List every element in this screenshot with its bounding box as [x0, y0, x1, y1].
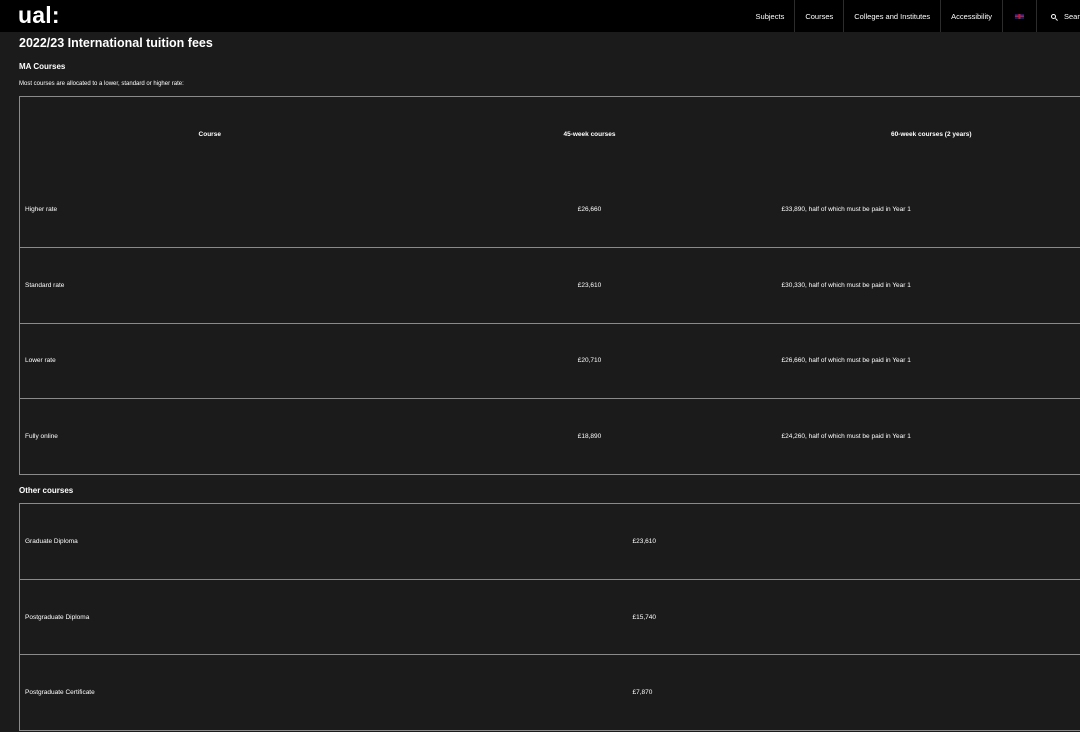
ma-courses-heading: MA Courses — [19, 62, 66, 71]
nav-courses[interactable]: Courses — [794, 0, 843, 32]
fee-45-week-cell: £26,660 — [577, 206, 602, 213]
course-name-cell: Fully online — [19, 398, 400, 474]
fee-cell: £7,870 — [632, 654, 1080, 731]
course-name-cell: Graduate Diploma — [25, 537, 78, 545]
uk-flag-icon — [1015, 13, 1024, 19]
table-row: Lower rate £20,710 £26,660, half of whic… — [19, 322, 1080, 399]
page-title: 2022/23 International tuition fees — [19, 36, 213, 50]
fee-60-week-cell: £24,260, half of which must be paid in Y… — [779, 398, 1080, 474]
course-name-cell: Postgraduate Certificate — [19, 654, 633, 731]
fee-45-week-cell: £20,710 — [399, 322, 780, 399]
table-header-row: Course 45-week courses 60-week courses (… — [20, 97, 1080, 173]
nav-subjects[interactable]: Subjects — [746, 0, 795, 32]
table-row: Postgraduate Diploma £15,740 — [19, 578, 1080, 655]
ual-logo[interactable]: ual: — [18, 0, 60, 30]
fee-60-week-cell: £33,890, half of which must be paid in Y… — [781, 206, 911, 213]
search-icon — [1051, 13, 1056, 19]
fee-45-week-cell: £23,610 — [399, 247, 780, 323]
language-selector[interactable] — [1002, 0, 1036, 32]
fee-cell: £15,740 — [632, 578, 1080, 655]
column-header-course: Course — [198, 131, 221, 138]
column-header-45-week: 45-week courses — [563, 131, 616, 138]
fee-cell: £23,610 — [632, 537, 657, 545]
table-row: Graduate Diploma £23,610 — [20, 504, 1080, 580]
other-fees-table: Graduate Diploma £23,610 Postgraduate Di… — [19, 503, 1080, 732]
ma-fees-table: Course 45-week courses 60-week courses (… — [19, 96, 1080, 475]
nav-colleges-and-institutes[interactable]: Colleges and Institutes — [843, 0, 940, 32]
site-header: ual: Subjects Courses Colleges and Insti… — [0, 0, 1080, 32]
search-label: Sear — [1064, 11, 1080, 21]
table-row: Postgraduate Certificate £7,870 — [19, 654, 1080, 731]
other-courses-heading: Other courses — [19, 486, 74, 495]
table-row: Higher rate £26,660 £33,890, half of whi… — [20, 172, 1080, 248]
column-header-60-week: 60-week courses (2 years) — [890, 131, 972, 138]
fee-60-week-cell: £30,330, half of which must be paid in Y… — [779, 247, 1080, 323]
course-name-cell: Postgraduate Diploma — [19, 578, 633, 655]
course-name-cell: Higher rate — [25, 206, 58, 213]
search-button[interactable]: Sear — [1036, 0, 1080, 32]
table-row: Fully online £18,890 £24,260, half of wh… — [19, 398, 1080, 474]
ma-courses-intro: Most courses are allocated to a lower, s… — [19, 81, 184, 87]
fee-60-week-cell: £26,660, half of which must be paid in Y… — [779, 322, 1080, 399]
main-nav: Subjects Courses Colleges and Institutes… — [746, 0, 1080, 32]
course-name-cell: Lower rate — [19, 322, 400, 399]
table-row: Standard rate £23,610 £30,330, half of w… — [19, 247, 1080, 323]
nav-accessibility[interactable]: Accessibility — [940, 0, 1002, 32]
fee-45-week-cell: £18,890 — [399, 398, 780, 474]
course-name-cell: Standard rate — [19, 247, 400, 323]
